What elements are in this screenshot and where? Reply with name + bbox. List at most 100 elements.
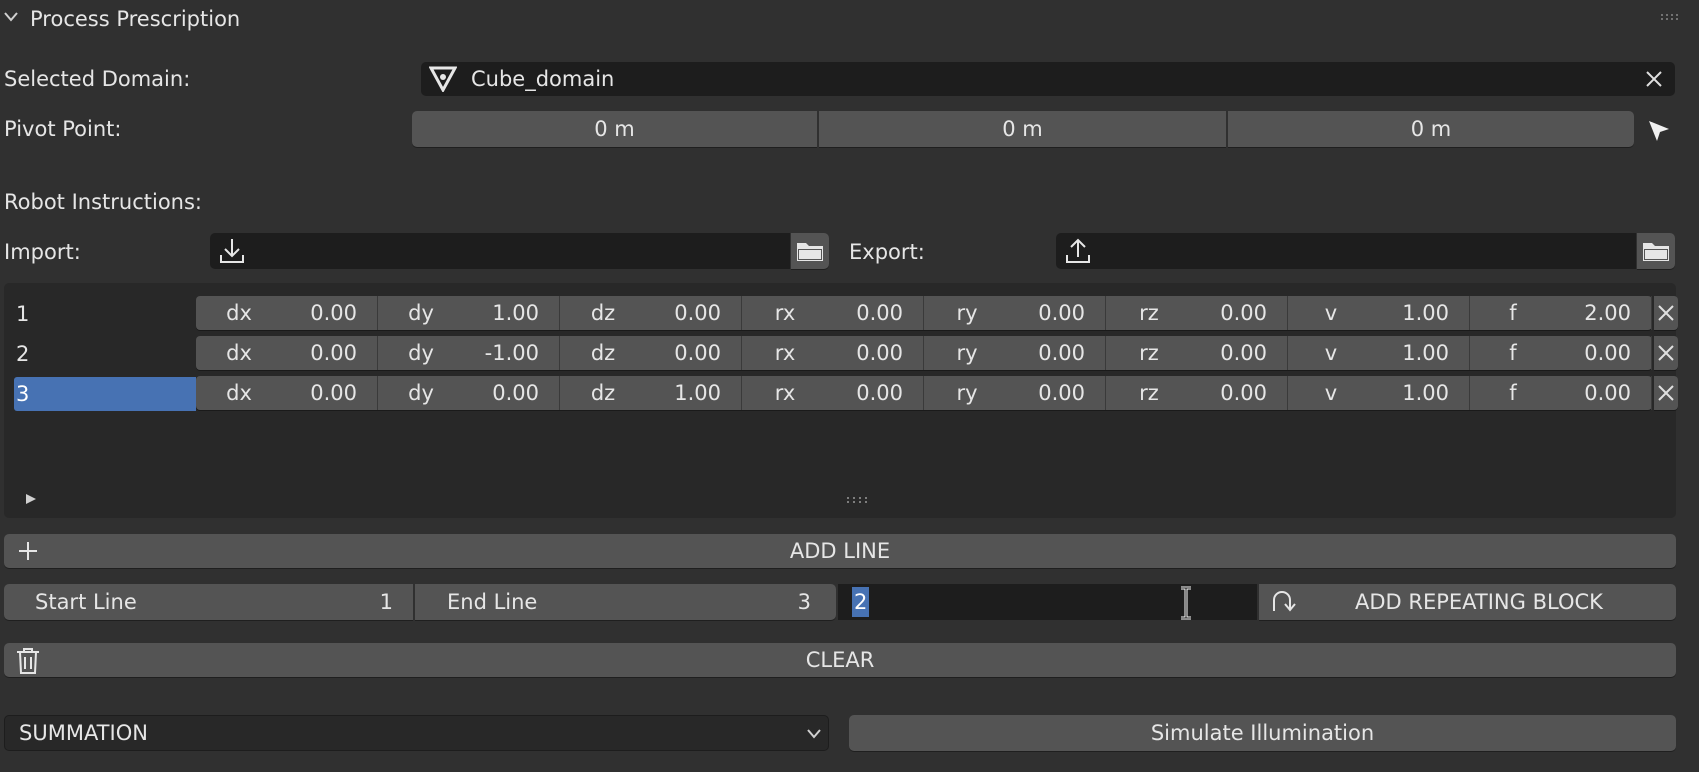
row-v-key: v — [1324, 381, 1338, 405]
import-path-field[interactable] — [210, 233, 790, 269]
row-rx-field[interactable]: rx 0.00 — [742, 296, 924, 330]
row-dz-value: 0.00 — [674, 341, 721, 365]
add-repeating-block-button[interactable]: ADD REPEATING BLOCK — [1259, 584, 1676, 620]
delete-row-button[interactable] — [1654, 336, 1678, 370]
row-rx-key: rx — [774, 301, 796, 325]
row-ry-value: 0.00 — [1038, 301, 1085, 325]
row-rz-field[interactable]: rz 0.00 — [1106, 336, 1288, 370]
row-dz-field[interactable]: dz 0.00 — [560, 336, 742, 370]
end-line-value: 3 — [797, 590, 811, 614]
row-dx-field[interactable]: dx 0.00 — [196, 376, 378, 410]
export-browse-button[interactable] — [1637, 233, 1675, 269]
loop-back-icon — [1269, 589, 1297, 615]
export-label: Export: — [849, 240, 925, 264]
drag-handle-icon[interactable] — [1660, 13, 1680, 21]
expand-triangle-icon[interactable] — [25, 493, 37, 505]
mode-select-value: SUMMATION — [19, 721, 148, 745]
row-v-field[interactable]: v 1.00 — [1288, 376, 1470, 410]
row-dy-field[interactable]: dy 0.00 — [378, 376, 560, 410]
domain-field[interactable]: Cube_domain — [421, 62, 1675, 96]
row-rz-value: 0.00 — [1220, 381, 1267, 405]
folder-icon — [1642, 240, 1670, 262]
row-rz-field[interactable]: rz 0.00 — [1106, 376, 1288, 410]
row-rz-value: 0.00 — [1220, 301, 1267, 325]
row-ry-key: ry — [956, 301, 978, 325]
add-repeating-block-label: ADD REPEATING BLOCK — [1355, 590, 1603, 614]
row-rx-key: rx — [774, 341, 796, 365]
delete-row-button[interactable] — [1654, 296, 1678, 330]
end-line-field[interactable]: End Line 3 — [415, 584, 836, 620]
row-rx-field[interactable]: rx 0.00 — [742, 336, 924, 370]
chevron-down-icon — [807, 729, 821, 739]
pivot-point-label: Pivot Point: — [4, 117, 122, 141]
pivot-y-field[interactable]: 0 m — [819, 111, 1226, 147]
row-dz-field[interactable]: dz 1.00 — [560, 376, 742, 410]
row-dy-value: 0.00 — [492, 381, 539, 405]
row-v-field[interactable]: v 1.00 — [1288, 336, 1470, 370]
domain-value: Cube_domain — [471, 67, 615, 91]
end-line-label: End Line — [447, 590, 538, 614]
mode-select[interactable]: SUMMATION — [4, 715, 829, 751]
close-icon[interactable] — [1645, 70, 1663, 88]
selected-domain-label: Selected Domain: — [4, 67, 191, 91]
pivot-x-value: 0 m — [594, 117, 635, 141]
close-icon — [1658, 345, 1674, 361]
row-f-field[interactable]: f 0.00 — [1470, 376, 1652, 410]
row-ry-value: 0.00 — [1038, 381, 1085, 405]
row-dz-value: 0.00 — [674, 301, 721, 325]
row-dz-field[interactable]: dz 0.00 — [560, 296, 742, 330]
row-rx-value: 0.00 — [856, 301, 903, 325]
panel-header[interactable]: Process Prescription — [0, 0, 1699, 38]
row-ry-field[interactable]: ry 0.00 — [924, 376, 1106, 410]
row-ry-field[interactable]: ry 0.00 — [924, 336, 1106, 370]
list-resize-handle-icon[interactable] — [846, 496, 870, 504]
row-dx-field[interactable]: dx 0.00 — [196, 296, 378, 330]
row-index[interactable]: 3 — [14, 377, 196, 411]
simulate-illumination-button[interactable]: Simulate Illumination — [849, 715, 1676, 751]
row-dx-field[interactable]: dx 0.00 — [196, 336, 378, 370]
row-index[interactable]: 1 — [14, 297, 196, 331]
repeat-count-input[interactable]: 2 — [838, 584, 1257, 620]
row-rz-key: rz — [1139, 341, 1159, 365]
pivot-x-field[interactable]: 0 m — [412, 111, 817, 147]
delete-row-button[interactable] — [1654, 376, 1678, 410]
chevron-down-icon[interactable] — [4, 12, 18, 22]
panel-scroll-edge[interactable] — [1688, 0, 1699, 772]
row-rz-field[interactable]: rz 0.00 — [1106, 296, 1288, 330]
row-v-value: 1.00 — [1402, 341, 1449, 365]
row-v-field[interactable]: v 1.00 — [1288, 296, 1470, 330]
clear-button[interactable]: CLEAR — [4, 643, 1676, 677]
row-ry-key: ry — [956, 381, 978, 405]
add-line-button[interactable]: ADD LINE — [4, 534, 1676, 568]
cursor-pick-icon[interactable] — [1647, 119, 1671, 143]
row-dz-value: 1.00 — [674, 381, 721, 405]
instruction-row[interactable]: dx 0.00 dy 1.00 dz 0.00 rx 0.00 ry 0.00 rz 0.00 v 1.0… — [196, 296, 1652, 330]
simulate-illumination-label: Simulate Illumination — [1150, 721, 1375, 745]
export-path-field[interactable] — [1056, 233, 1636, 269]
row-f-key: f — [1509, 381, 1517, 405]
trash-icon — [15, 647, 41, 675]
row-f-field[interactable]: f 0.00 — [1470, 336, 1652, 370]
import-browse-button[interactable] — [791, 233, 829, 269]
row-f-value: 0.00 — [1584, 341, 1631, 365]
row-rx-value: 0.00 — [856, 381, 903, 405]
pivot-z-field[interactable]: 0 m — [1228, 111, 1634, 147]
row-index[interactable]: 2 — [14, 337, 196, 371]
row-dy-key: dy — [408, 341, 434, 365]
row-dx-value: 0.00 — [310, 301, 357, 325]
instruction-row[interactable]: dx 0.00 dy 0.00 dz 1.00 rx 0.00 ry 0.00 rz 0.00 v 1.0… — [196, 376, 1652, 410]
row-dy-field[interactable]: dy -1.00 — [378, 336, 560, 370]
start-line-value: 1 — [379, 590, 393, 614]
row-f-field[interactable]: f 2.00 — [1470, 296, 1652, 330]
instruction-row[interactable]: dx 0.00 dy -1.00 dz 0.00 rx 0.00 ry 0.00 rz 0.00 v 1.… — [196, 336, 1652, 370]
start-line-field[interactable]: Start Line 1 — [4, 584, 413, 620]
row-dy-field[interactable]: dy 1.00 — [378, 296, 560, 330]
row-f-value: 0.00 — [1584, 381, 1631, 405]
row-rz-key: rz — [1139, 381, 1159, 405]
row-ry-field[interactable]: ry 0.00 — [924, 296, 1106, 330]
folder-icon — [796, 240, 824, 262]
row-f-key: f — [1509, 301, 1517, 325]
row-v-value: 1.00 — [1402, 301, 1449, 325]
row-rx-field[interactable]: rx 0.00 — [742, 376, 924, 410]
row-rx-value: 0.00 — [856, 341, 903, 365]
